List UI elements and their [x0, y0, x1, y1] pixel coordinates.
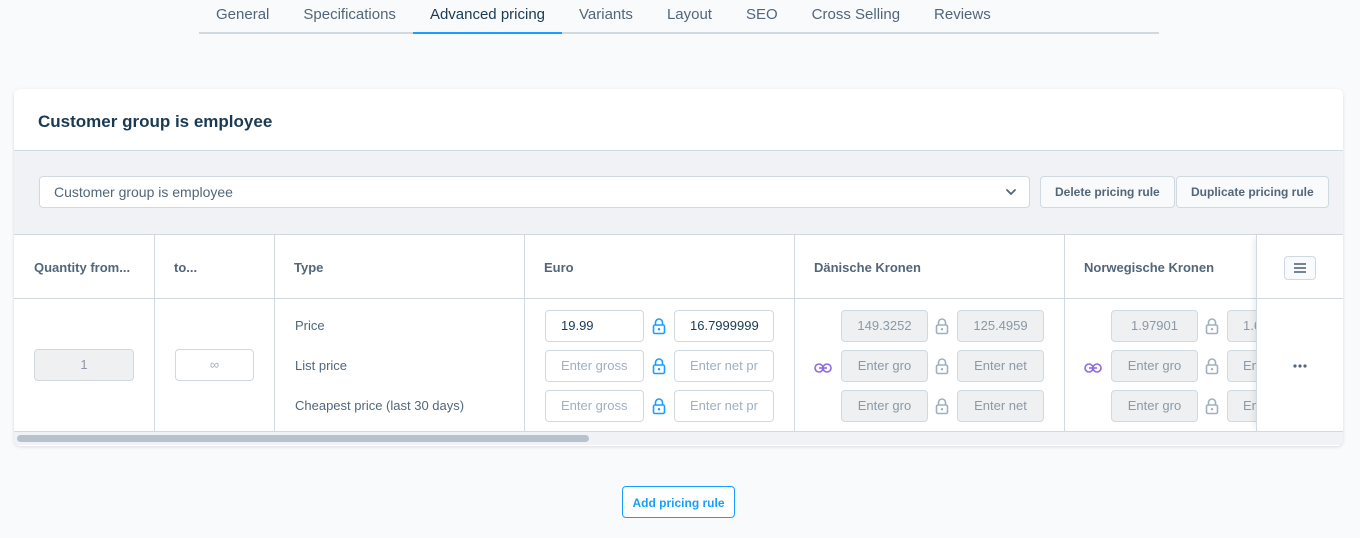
context-menu-column [1256, 235, 1343, 431]
tab-seo[interactable]: SEO [729, 0, 795, 34]
eur-cheapest-net-input[interactable]: Enter net pr [674, 390, 774, 422]
link-icon[interactable] [1084, 362, 1102, 374]
lock-icon[interactable] [1205, 397, 1219, 415]
lock-icon[interactable] [652, 317, 666, 335]
nok-list-gross-input[interactable]: Enter gro [1111, 350, 1198, 382]
quantity-from-input[interactable]: 1 [34, 349, 134, 381]
pricing-rule-card: Customer group is employee Customer grou… [14, 89, 1343, 446]
eur-price-net-input[interactable]: 16.7999999 [674, 310, 774, 342]
tab-advanced-pricing[interactable]: Advanced pricing [412, 0, 563, 34]
tab-bar: General Specifications Advanced pricing … [199, 0, 1159, 34]
lock-icon[interactable] [1205, 357, 1219, 375]
scrollbar-thumb[interactable] [17, 435, 589, 442]
more-actions-icon[interactable] [1287, 359, 1313, 373]
header-norwegian-krone: Norwegische Kronen [1064, 235, 1256, 299]
lock-icon[interactable] [935, 397, 949, 415]
delete-pricing-rule-button[interactable]: Delete pricing rule [1040, 176, 1175, 208]
lock-icon[interactable] [1205, 317, 1219, 335]
dkk-list-gross-input[interactable]: Enter gro [841, 350, 928, 382]
lock-icon[interactable] [935, 317, 949, 335]
header-quantity-from: Quantity from... [14, 235, 154, 299]
type-price-label: Price [295, 318, 325, 333]
rule-select-value: Customer group is employee [54, 184, 233, 200]
lock-icon[interactable] [935, 357, 949, 375]
horizontal-scrollbar[interactable] [14, 431, 1343, 445]
type-list-price-label: List price [295, 358, 348, 373]
column-divider [524, 235, 525, 431]
tab-reviews[interactable]: Reviews [917, 0, 1008, 34]
rule-toolbar: Customer group is employee Delete pricin… [14, 151, 1343, 235]
column-settings-button[interactable] [1284, 256, 1316, 280]
duplicate-pricing-rule-button[interactable]: Duplicate pricing rule [1176, 176, 1329, 208]
dkk-list-net-input[interactable]: Enter net [957, 350, 1044, 382]
type-cheapest-price-label: Cheapest price (last 30 days) [295, 398, 465, 413]
lock-icon[interactable] [652, 397, 666, 415]
header-danish-krone: Dänische Kronen [794, 235, 1064, 299]
eur-list-net-input[interactable]: Enter net pr [674, 350, 774, 382]
tab-variants[interactable]: Variants [562, 0, 650, 34]
dkk-cheapest-net-input[interactable]: Enter net [957, 390, 1044, 422]
add-pricing-rule-button[interactable]: Add pricing rule [622, 486, 735, 518]
header-euro: Euro [524, 235, 794, 299]
header-type: Type [274, 235, 524, 299]
quantity-to-input[interactable]: ∞ [175, 349, 254, 381]
tab-specifications[interactable]: Specifications [286, 0, 413, 34]
column-divider [154, 235, 155, 431]
menu-icon [1294, 263, 1306, 273]
eur-list-gross-input[interactable]: Enter gross [545, 350, 644, 382]
chevron-down-icon [1006, 189, 1016, 195]
link-icon[interactable] [814, 362, 832, 374]
dkk-price-net-input[interactable]: 125.4959 [957, 310, 1044, 342]
eur-cheapest-gross-input[interactable]: Enter gross [545, 390, 644, 422]
tab-general[interactable]: General [199, 0, 286, 34]
tab-cross-selling[interactable]: Cross Selling [795, 0, 917, 34]
eur-price-gross-input[interactable]: 19.99 [545, 310, 644, 342]
nok-cheapest-gross-input[interactable]: Enter gro [1111, 390, 1198, 422]
dkk-price-gross-input[interactable]: 149.3252 [841, 310, 928, 342]
nok-price-gross-input[interactable]: 1.97901 [1111, 310, 1198, 342]
pricing-grid: Quantity from... to... Type Euro Dänisch… [14, 235, 1343, 445]
lock-icon[interactable] [652, 357, 666, 375]
column-divider [1064, 235, 1065, 431]
column-divider [794, 235, 795, 431]
card-title: Customer group is employee [14, 89, 1343, 151]
rule-select[interactable]: Customer group is employee [39, 176, 1030, 208]
column-divider [274, 235, 275, 431]
dkk-cheapest-gross-input[interactable]: Enter gro [841, 390, 928, 422]
header-quantity-to: to... [154, 235, 274, 299]
tab-layout[interactable]: Layout [650, 0, 729, 34]
